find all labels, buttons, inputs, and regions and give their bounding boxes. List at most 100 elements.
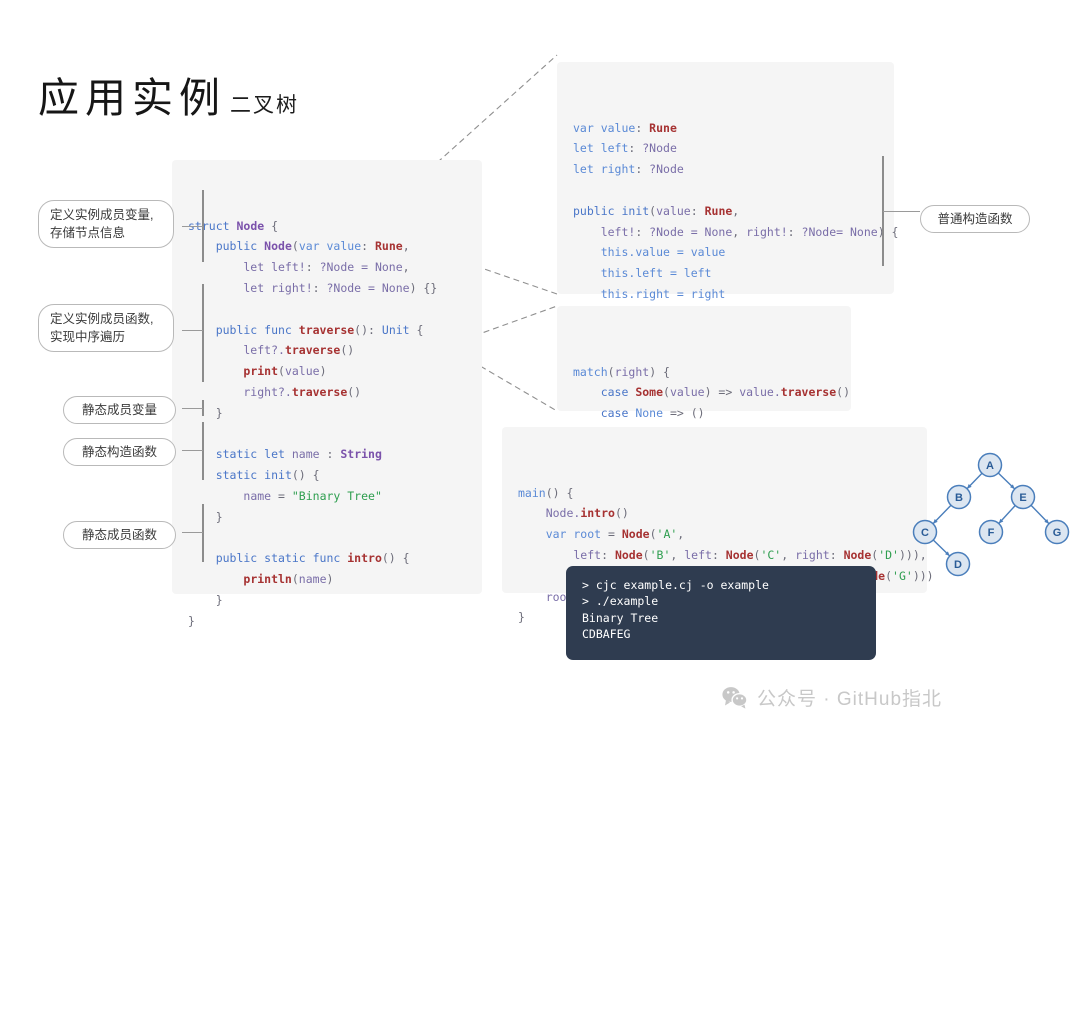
code-token: left! [573,224,636,239]
code-token: : [635,224,650,239]
terminal-output-body: > cjc example.cj -o example > ./example Bi… [566,566,876,654]
code-token: , [402,239,410,254]
bracket-normal-init-tick [883,211,920,212]
code-line: static init() { [188,465,466,486]
tree-node-g[interactable]: G [1044,519,1070,545]
code-token: intro [580,506,615,521]
code-panel-node-struct: struct Node { public Node(var value: Run… [172,160,482,628]
code-token: this.value = value [600,245,726,260]
bracket-static-func-tick [182,532,203,533]
code-token: value [656,203,691,218]
label-static-init[interactable]: 静态构造函数 [63,438,176,466]
code-line: print(value) [188,361,466,382]
tree-edge-arrow [998,518,1004,524]
code-token: ) {} [409,280,438,295]
code-line: let right!: ?Node = None) {} [188,278,466,299]
code-token: ( [885,568,893,583]
code-token: Rune [374,239,403,254]
tree-node-circle [1044,519,1070,545]
code-token: Node [236,218,265,233]
tree-node-d[interactable]: D [945,551,971,577]
code-token: Unit [381,322,410,337]
code-token: left [518,547,602,562]
code-line: this.left = left [573,263,878,284]
code-token: : [628,141,643,156]
label-static-func[interactable]: 静态成员函数 [63,521,176,549]
code-line: this.value = value [573,242,878,263]
code-line: match(right) { [573,362,835,383]
code-token: : [787,224,802,239]
code-token: let right! [188,280,313,295]
code-line: } [188,507,466,528]
label-normal-init[interactable]: 普通构造函数 [920,205,1030,233]
code-token: name [291,447,320,462]
code-line: name = "Binary Tree" [188,486,466,507]
terminal-line: > cjc example.cj -o example [582,578,769,592]
code-token: ?Node = None [649,224,733,239]
code-token: ?Node = None [326,280,410,295]
code-token: : [829,547,844,562]
code-token: var root [518,527,602,542]
code-line: public func traverse(): Unit { [188,320,466,341]
code-line: main() { [518,483,911,504]
code-token: ?Node= None [801,224,878,239]
tree-edge-arrow [1044,519,1049,524]
title-main: 应用实例 [38,75,226,121]
code-line: let right: ?Node [573,159,878,180]
tree-node-b[interactable]: B [946,484,972,510]
code-token: main [518,485,546,500]
terminal-line: CDBAFEG [582,627,631,642]
tree-node-label: A [986,460,994,472]
code-token: right [614,364,650,379]
tree-edge-arrow [933,519,938,524]
tree-node-f[interactable]: F [978,519,1004,545]
tree-edge [932,504,952,525]
code-token: , [677,527,685,542]
code-token: String [340,447,382,462]
code-token: , [732,224,747,239]
tree-node-e[interactable]: E [1010,484,1036,510]
code-token: 'G' [892,568,913,583]
code-token: : [711,547,726,562]
code-token: this.right = right [600,286,726,301]
code-token: public static func [188,551,348,566]
code-token: = [601,527,622,542]
code-token: Rune [704,203,733,218]
code-line: let left!: ?Node = None, [188,257,466,278]
label-static-var[interactable]: 静态成员变量 [63,396,176,424]
bracket-instance-funcs-tick [182,330,203,331]
code-token: } [188,613,195,628]
code-line: println(name) [188,569,466,590]
code-line: } [188,403,466,424]
code-token: ( [642,547,650,562]
code-line: case Some(value) => value.traverse() [573,382,850,403]
tree-node-circle [977,452,1003,478]
code-token: traverse [291,384,348,399]
code-token: None [635,406,664,421]
code-token: traverse [284,343,341,358]
page-title: 应用实例 二叉树 [38,64,299,124]
tree-node-circle [978,519,1004,545]
tree-node-label: E [1019,492,1026,504]
label-instance-funcs[interactable]: 定义实例成员函数, 实现中序遍历 [38,304,174,352]
code-token: 'C' [760,547,782,562]
code-token: Node [725,547,754,562]
tree-node-circle [946,484,972,510]
code-token: "Binary Tree" [291,488,382,503]
code-token: ) => [704,385,740,400]
code-panel-init: var value: Rune let left: ?Node let right:… [557,62,920,322]
code-token: 'A' [656,527,678,542]
label-instance-vars[interactable]: 定义实例成员变量, 存储节点信息 [38,200,174,248]
code-token: => () [663,406,705,421]
tree-node-a[interactable]: A [977,452,1003,478]
code-token: ( [291,239,299,254]
code-token: = [271,488,292,503]
tree-edge-arrow [945,551,950,556]
tree-edge-arrow [967,484,972,489]
bracket-instance-funcs [202,284,204,382]
